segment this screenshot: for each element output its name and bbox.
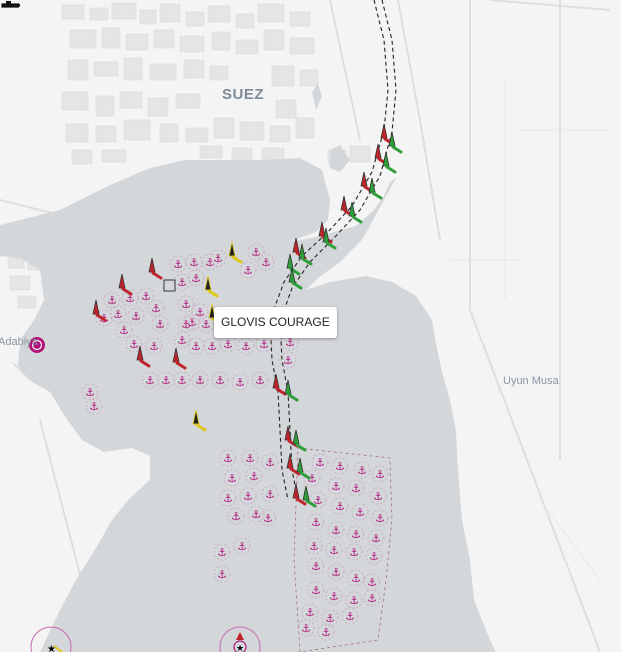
- svg-text:⚓: ⚓: [195, 374, 205, 387]
- svg-text:⚓: ⚓: [107, 294, 117, 307]
- svg-text:⚓: ⚓: [321, 626, 331, 639]
- svg-text:⚓: ⚓: [311, 560, 321, 573]
- svg-text:⚓: ⚓: [351, 572, 361, 585]
- vessel-tooltip[interactable]: GLOVIS COURAGE: [214, 307, 337, 338]
- svg-text:⚓: ⚓: [223, 338, 233, 351]
- svg-text:⚓: ⚓: [261, 256, 271, 269]
- place-label-uyun-musa: Uyun Musa: [503, 375, 559, 387]
- svg-text:⚓: ⚓: [245, 452, 255, 465]
- svg-text:⚓: ⚓: [177, 276, 187, 289]
- svg-text:⚓: ⚓: [329, 590, 339, 603]
- svg-text:⚓: ⚓: [259, 338, 269, 351]
- svg-text:⚓: ⚓: [251, 246, 261, 259]
- svg-text:⚓: ⚓: [191, 340, 201, 353]
- svg-text:⚓: ⚓: [217, 546, 227, 559]
- svg-text:⚓: ⚓: [237, 540, 247, 553]
- svg-text:⚓: ⚓: [373, 490, 383, 503]
- ship-icon[interactable]: [0, 0, 22, 10]
- svg-text:⚓: ⚓: [331, 524, 341, 537]
- svg-text:⚓: ⚓: [191, 272, 201, 285]
- svg-text:⚓: ⚓: [367, 592, 377, 605]
- svg-text:⚓: ⚓: [181, 298, 191, 311]
- svg-text:⚓: ⚓: [335, 500, 345, 513]
- svg-text:⚓: ⚓: [227, 472, 237, 485]
- svg-text:⚓: ⚓: [355, 506, 365, 519]
- svg-text:⚓: ⚓: [265, 488, 275, 501]
- svg-text:⚓: ⚓: [315, 456, 325, 469]
- svg-text:⚓: ⚓: [141, 290, 151, 303]
- svg-text:⚓: ⚓: [329, 544, 339, 557]
- svg-text:⚓: ⚓: [349, 546, 359, 559]
- svg-text:⚓: ⚓: [155, 318, 165, 331]
- svg-text:⚓: ⚓: [351, 528, 361, 541]
- svg-text:⚓: ⚓: [369, 550, 379, 563]
- svg-text:⚓: ⚓: [85, 386, 95, 399]
- svg-text:⚓: ⚓: [149, 340, 159, 353]
- svg-text:⚓: ⚓: [263, 512, 273, 525]
- svg-text:⚓: ⚓: [309, 540, 319, 553]
- svg-text:⚓: ⚓: [207, 340, 217, 353]
- svg-text:⚓: ⚓: [113, 308, 123, 321]
- svg-text:⚓: ⚓: [145, 374, 155, 387]
- svg-text:⚓: ⚓: [243, 490, 253, 503]
- place-label-suez: SUEZ: [222, 86, 265, 103]
- vessel-name: GLOVIS COURAGE: [221, 315, 330, 329]
- svg-text:★: ★: [236, 643, 244, 652]
- svg-text:⚓: ⚓: [335, 460, 345, 473]
- svg-text:⚓: ⚓: [241, 340, 251, 353]
- svg-text:⚓: ⚓: [151, 302, 161, 315]
- svg-text:⚓: ⚓: [305, 606, 315, 619]
- svg-text:⚓: ⚓: [177, 334, 187, 347]
- svg-text:⚓: ⚓: [251, 508, 261, 521]
- svg-text:⚓: ⚓: [349, 594, 359, 607]
- place-label-adabiya: Adabiya: [0, 336, 38, 348]
- svg-text:⚓: ⚓: [235, 376, 245, 389]
- svg-text:⚓: ⚓: [177, 374, 187, 387]
- svg-text:⚓: ⚓: [283, 354, 293, 367]
- svg-text:⚓: ⚓: [131, 310, 141, 323]
- svg-text:⚓: ⚓: [213, 252, 223, 265]
- svg-text:⚓: ⚓: [255, 374, 265, 387]
- svg-text:⚓: ⚓: [223, 452, 233, 465]
- svg-text:⚓: ⚓: [367, 576, 377, 589]
- svg-text:⚓: ⚓: [189, 256, 199, 269]
- map-canvas[interactable]: ⚓ ⚓ ⚓ ⚓ ⚓ ⚓ ⚓ ⚓ ⚓ ⚓ ⚓ ⚓ ⚓ ⚓ ⚓ ⚓ ⚓ ⚓ ⚓ ⚓ ⚓ ⚓ ⚓ ⚓ ⚓ ⚓ ⚓ ⚓ ⚓ ⚓ ⚓ ⚓ ⚓ ⚓ ⚓ ⚓ ⚓ ⚓ ⚓ ⚓…: [0, 0, 621, 652]
- svg-text:⚓: ⚓: [311, 516, 321, 529]
- svg-text:⚓: ⚓: [243, 264, 253, 277]
- svg-text:⚓: ⚓: [217, 568, 227, 581]
- svg-text:⚓: ⚓: [201, 318, 211, 331]
- svg-text:⚓: ⚓: [161, 374, 171, 387]
- svg-text:⚓: ⚓: [311, 584, 321, 597]
- svg-text:⚓: ⚓: [371, 532, 381, 545]
- svg-text:⚓: ⚓: [331, 480, 341, 493]
- svg-text:⚓: ⚓: [223, 492, 233, 505]
- svg-text:⚓: ⚓: [129, 338, 139, 351]
- svg-text:⚓: ⚓: [231, 510, 241, 523]
- svg-text:⚓: ⚓: [249, 470, 259, 483]
- svg-text:⚓: ⚓: [89, 400, 99, 413]
- svg-text:⚓: ⚓: [357, 464, 367, 477]
- svg-text:⚓: ⚓: [351, 482, 361, 495]
- svg-text:⚓: ⚓: [181, 318, 191, 331]
- svg-text:⚓: ⚓: [375, 512, 385, 525]
- svg-text:⚓: ⚓: [345, 610, 355, 623]
- svg-text:⚓: ⚓: [375, 468, 385, 481]
- svg-text:⚓: ⚓: [173, 258, 183, 271]
- svg-text:⚓: ⚓: [331, 566, 341, 579]
- svg-text:⚓: ⚓: [301, 622, 311, 635]
- svg-text:⚓: ⚓: [119, 324, 129, 337]
- svg-text:⚓: ⚓: [265, 456, 275, 469]
- svg-text:⚓: ⚓: [325, 612, 335, 625]
- svg-text:⚓: ⚓: [215, 374, 225, 387]
- svg-text:★: ★: [47, 644, 56, 652]
